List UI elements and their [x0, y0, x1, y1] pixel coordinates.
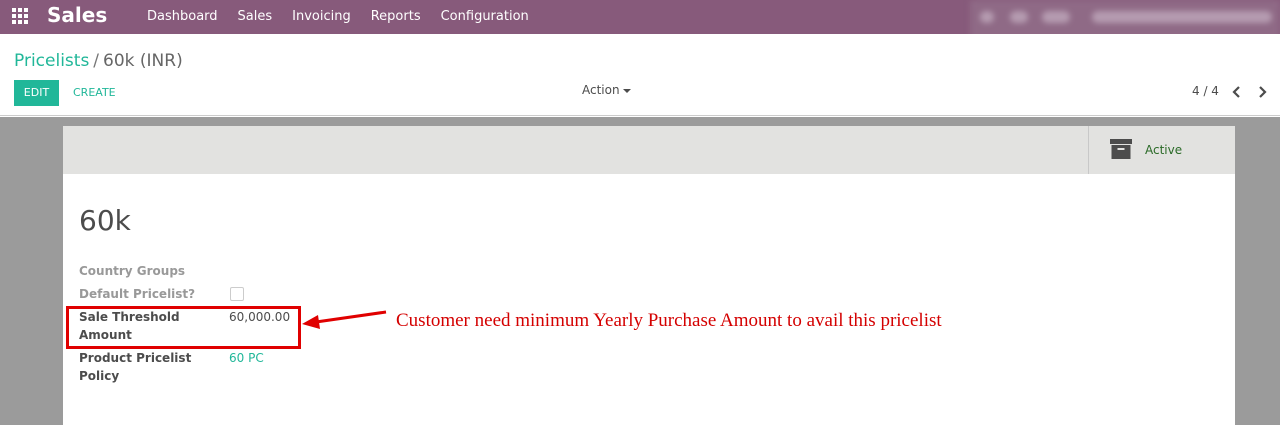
content-area: Active 60k Country Groups Default Pricel…	[0, 117, 1280, 425]
active-label: Active	[1145, 143, 1183, 157]
annotation-text: Customer need minimum Yearly Purchase Am…	[396, 310, 942, 331]
product-policy-label: Product Pricelist Policy	[79, 349, 191, 385]
breadcrumb-current: 60k (INR)	[103, 51, 183, 71]
app-title: Sales	[47, 3, 108, 27]
menu-configuration[interactable]: Configuration	[431, 0, 539, 34]
menu-sales[interactable]: Sales	[228, 0, 283, 34]
main-menu: Dashboard Sales Invoicing Reports Config…	[137, 0, 539, 34]
action-dropdown[interactable]: Action	[582, 83, 631, 97]
caret-down-icon	[622, 88, 631, 93]
record-name[interactable]: 60k	[79, 204, 131, 237]
menu-dashboard[interactable]: Dashboard	[137, 0, 228, 34]
product-policy-value[interactable]: 60 PC	[229, 349, 264, 367]
product-policy-label-line1: Product Pricelist	[79, 351, 192, 365]
menu-reports[interactable]: Reports	[361, 0, 431, 34]
default-pricelist-label: Default Pricelist?	[79, 287, 196, 301]
country-groups-label: Country Groups	[79, 264, 186, 278]
action-label: Action	[582, 83, 620, 97]
chevron-left-icon[interactable]	[1229, 84, 1245, 100]
apps-menu-icon[interactable]	[12, 8, 30, 24]
create-button[interactable]: CREATE	[66, 80, 123, 106]
breadcrumb-pricelists-link[interactable]: Pricelists	[14, 51, 89, 71]
chevron-right-icon[interactable]	[1254, 84, 1270, 100]
button-box: Active	[63, 126, 1235, 174]
highlight-box	[66, 306, 301, 349]
top-navbar: Sales Dashboard Sales Invoicing Reports …	[0, 0, 1280, 40]
arrow-left-icon	[302, 310, 387, 329]
form-sheet: Active 60k Country Groups Default Pricel…	[63, 126, 1235, 425]
breadcrumb: Pricelists/60k (INR)	[14, 51, 183, 71]
pager-value[interactable]: 4 / 4	[1192, 84, 1219, 98]
edit-button[interactable]: EDIT	[14, 80, 59, 106]
control-panel: Pricelists/60k (INR) EDIT CREATE Action …	[0, 34, 1280, 116]
default-pricelist-checkbox[interactable]	[230, 287, 244, 301]
product-policy-label-line2: Policy	[79, 369, 120, 383]
menu-invoicing[interactable]: Invoicing	[282, 0, 361, 34]
active-toggle-button[interactable]: Active	[1088, 126, 1235, 174]
archive-icon	[1110, 139, 1132, 159]
breadcrumb-separator: /	[93, 51, 100, 71]
